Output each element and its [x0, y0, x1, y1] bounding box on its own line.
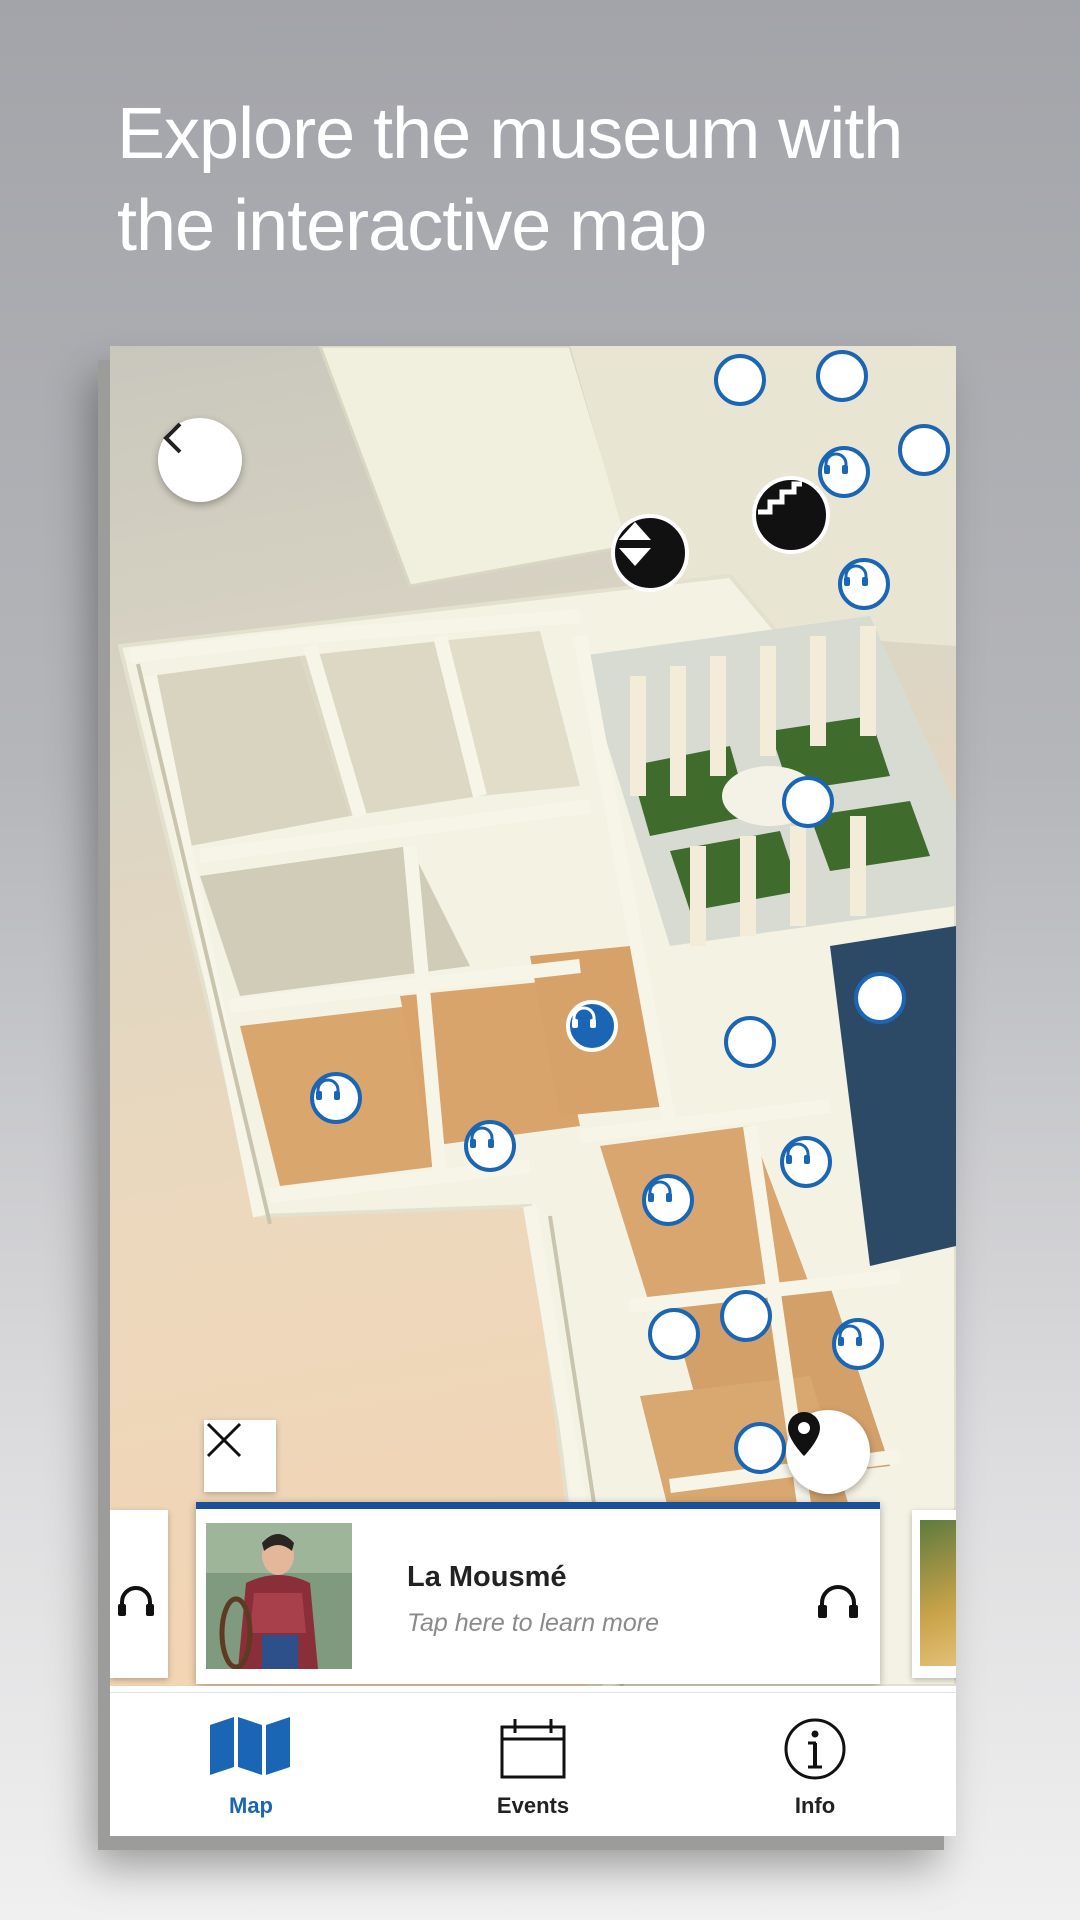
map-marker[interactable] [734, 1422, 786, 1474]
artwork-card[interactable]: La Mousmé Tap here to learn more [196, 1502, 880, 1684]
audio-guide-marker[interactable] [464, 1120, 516, 1172]
map-marker[interactable] [720, 1290, 772, 1342]
audio-guide-marker[interactable] [832, 1318, 884, 1370]
headphones-icon [844, 564, 868, 586]
back-button[interactable] [158, 418, 242, 502]
tab-events-label: Events [496, 1793, 570, 1818]
audio-guide-marker[interactable] [642, 1174, 694, 1226]
chevron-left-icon [163, 422, 182, 454]
headphones-icon [316, 1078, 340, 1100]
headphones-icon [572, 1006, 596, 1028]
map-marker[interactable] [898, 424, 950, 476]
headphones-icon [824, 452, 848, 474]
map-marker[interactable] [714, 354, 766, 406]
tab-map-label: Map [229, 1793, 273, 1818]
next-artwork-card[interactable] [912, 1510, 956, 1678]
museum-map[interactable]: La Mousmé Tap here to learn more [110, 346, 956, 1686]
headline-line-2: the interactive map [117, 186, 707, 266]
stairs-icon [758, 481, 802, 515]
tab-events[interactable]: Events [392, 1693, 674, 1836]
floor-switch-button[interactable] [611, 514, 689, 592]
map-marker[interactable] [782, 776, 834, 828]
close-icon [206, 1422, 242, 1458]
headphones-icon [786, 1142, 810, 1164]
audio-guide-marker[interactable] [838, 558, 890, 610]
artwork-subtitle: Tap here to learn more [407, 1609, 660, 1637]
map-marker[interactable] [816, 350, 868, 402]
headline-line-1: Explore the museum with [117, 94, 903, 174]
audio-guide-marker-selected[interactable] [566, 1000, 618, 1052]
headphones-icon [470, 1126, 494, 1148]
headphones-icon [838, 1324, 862, 1346]
map-marker[interactable] [648, 1308, 700, 1360]
my-location-button[interactable] [786, 1410, 870, 1494]
tab-map[interactable]: Map [110, 1693, 392, 1836]
map-marker[interactable] [854, 972, 906, 1024]
headphones-icon [818, 1585, 858, 1618]
headphones-icon [118, 1586, 154, 1616]
calendar-icon [500, 1719, 566, 1779]
map-pin-icon [788, 1412, 820, 1456]
artwork-title: La Mousmé [407, 1561, 567, 1593]
map-marker[interactable] [724, 1016, 776, 1068]
info-icon [784, 1718, 846, 1780]
audio-guide-marker[interactable] [780, 1136, 832, 1188]
phone-screen: La Mousmé Tap here to learn more Map Eve… [110, 346, 956, 1836]
floor-switch-icon [619, 522, 651, 566]
artwork-thumbnail [206, 1523, 352, 1669]
headphones-icon [648, 1180, 672, 1202]
close-card-button[interactable] [204, 1420, 276, 1492]
tab-info[interactable]: Info [674, 1693, 956, 1836]
headline: Explore the museum with the interactive … [117, 88, 1017, 272]
stairs-button[interactable] [752, 476, 830, 554]
map-icon [210, 1717, 290, 1775]
tab-bar: Map Events Info [110, 1692, 956, 1836]
audio-guide-marker[interactable] [310, 1072, 362, 1124]
previous-artwork-card[interactable] [110, 1510, 168, 1678]
artwork-thumbnail [920, 1520, 956, 1666]
audio-guide-marker[interactable] [818, 446, 870, 498]
tab-info-label: Info [794, 1793, 836, 1818]
